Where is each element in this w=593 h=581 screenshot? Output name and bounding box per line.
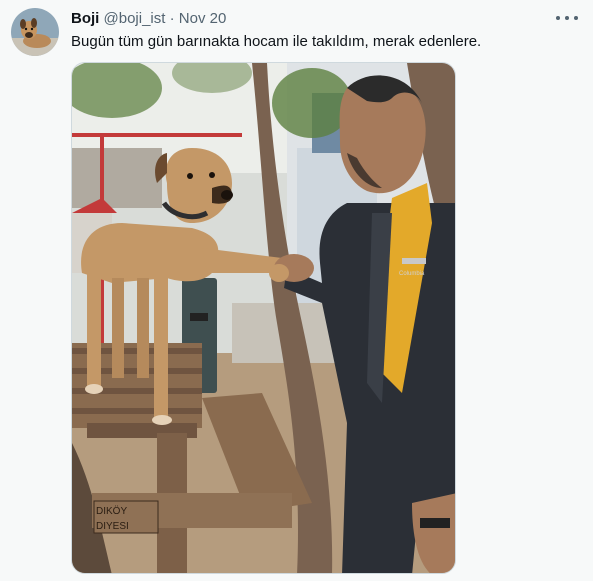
- header-separator: ·: [169, 10, 175, 27]
- tweet-card[interactable]: Boji @boji_ist · Nov 20 Bugün tüm gün ba…: [0, 0, 593, 581]
- more-options-icon[interactable]: [556, 8, 578, 28]
- display-name[interactable]: Boji: [71, 10, 99, 27]
- bench-sign-line1: DIKÖY: [96, 505, 127, 517]
- user-avatar[interactable]: [11, 8, 59, 56]
- tweet-text: Bugün tüm gün barınakta hocam ile takıld…: [71, 33, 482, 50]
- jacket-logo: Columbia: [399, 271, 425, 277]
- user-handle[interactable]: @boji_ist: [104, 10, 166, 27]
- bench-sign-line2: DIYESI: [96, 521, 129, 532]
- tweet-photo[interactable]: DIKÖY DIYESI Columbia: [71, 62, 456, 574]
- tweet-timestamp[interactable]: Nov 20: [179, 10, 227, 27]
- dog-avatar-icon: [11, 8, 59, 56]
- photo-dog-handshake: DIKÖY DIYESI Columbia: [72, 63, 455, 573]
- tweet-header: Boji @boji_ist · Nov 20: [71, 9, 226, 28]
